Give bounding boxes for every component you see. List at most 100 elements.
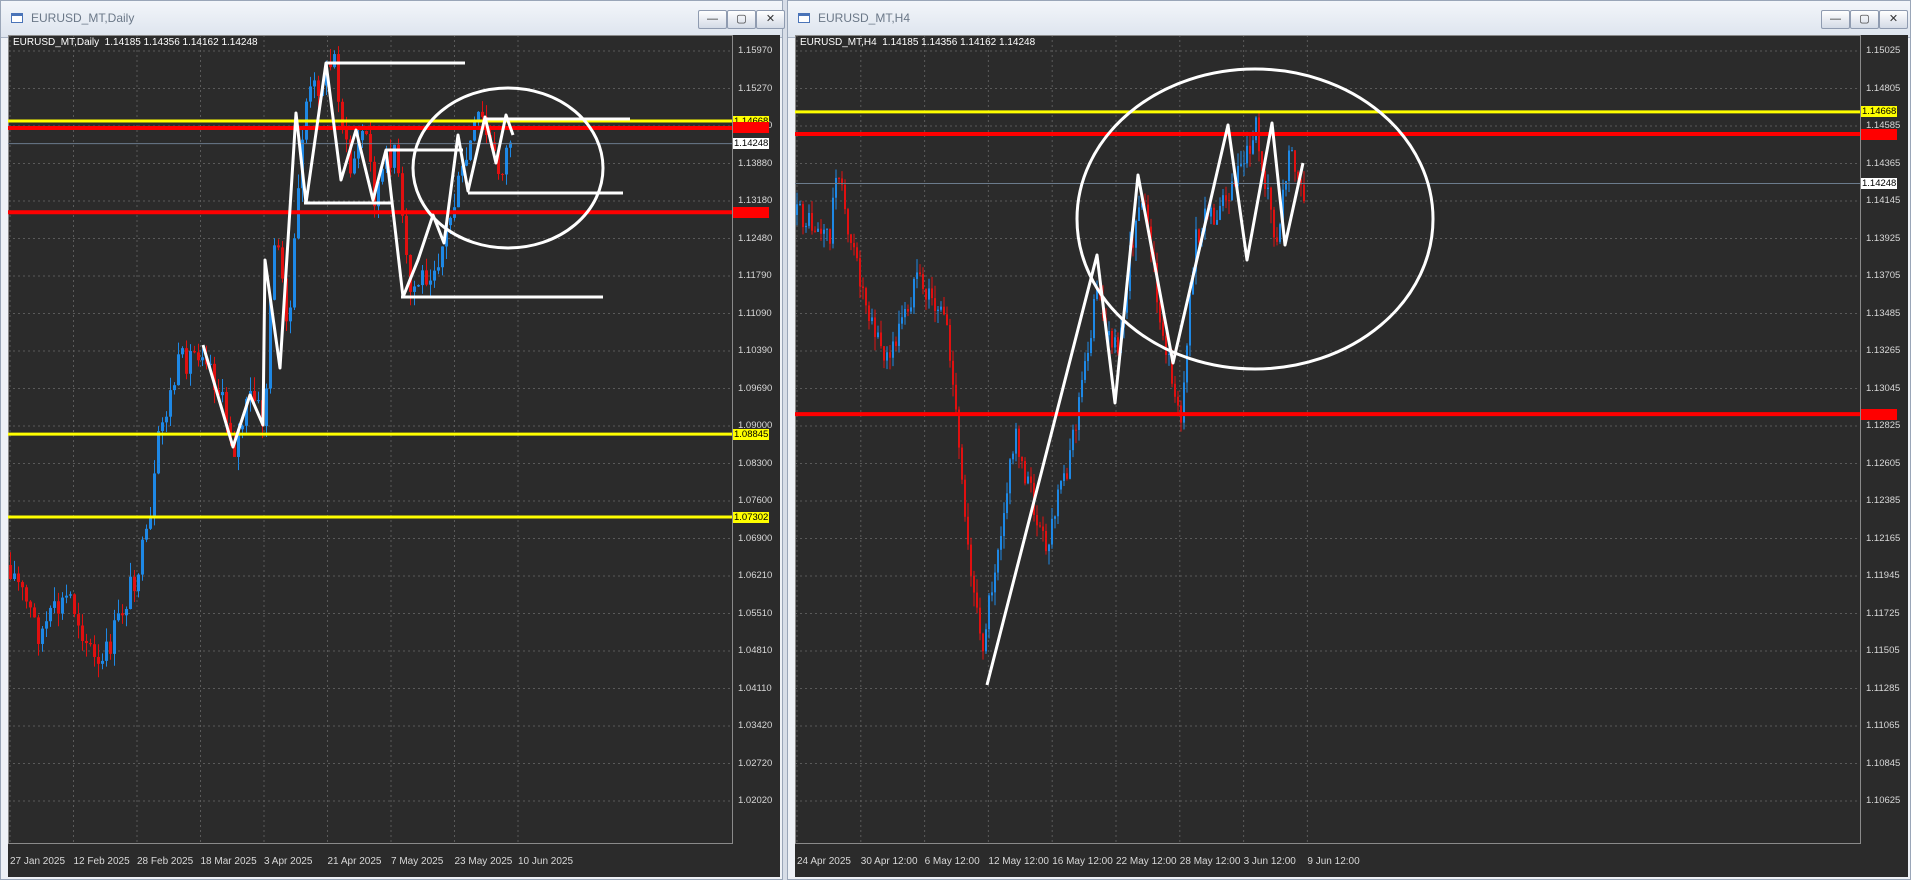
y-axis-label: 1.14365: [1866, 157, 1901, 169]
candle-body: [97, 656, 100, 664]
minimize-button[interactable]: —: [698, 10, 727, 29]
price-axis-tag: 1.08845: [733, 428, 770, 440]
candle-body: [1222, 195, 1224, 206]
y-axis-label: 1.07600: [738, 495, 773, 506]
candle-body: [457, 175, 460, 208]
candle-body: [850, 234, 852, 243]
close-button[interactable]: ✕: [1879, 10, 1908, 29]
candle-body: [895, 341, 897, 346]
window-titlebar[interactable]: EURUSD_MT,H4 — ▢ ✕: [788, 1, 1910, 38]
candle-body: [1279, 224, 1281, 242]
candle-body: [257, 400, 260, 402]
candle-body: [1090, 338, 1092, 353]
candle-body: [871, 317, 873, 322]
maximize-button[interactable]: ▢: [727, 10, 756, 29]
y-axis-label: 1.05510: [738, 607, 773, 619]
candle-body: [481, 111, 484, 117]
candle-body: [29, 601, 32, 608]
x-axis-label: 10 Jun 2025: [518, 856, 574, 867]
candle-body: [1285, 180, 1287, 190]
candle-body: [1165, 335, 1167, 355]
candle-body: [1294, 150, 1296, 172]
y-axis-label: 1.03420: [738, 720, 773, 731]
y-axis-label: 1.15025: [1866, 45, 1901, 56]
candle-body: [401, 173, 404, 216]
y-axis-label: 1.12385: [1866, 495, 1901, 506]
x-axis-label: 12 May 12:00: [988, 856, 1049, 867]
candle-body: [369, 134, 372, 162]
candle-body: [197, 352, 200, 361]
candle-body: [838, 177, 840, 179]
candle-body: [501, 173, 504, 175]
candle-body: [129, 576, 132, 609]
candle-body: [991, 592, 993, 596]
h4-candlestick-plot[interactable]: [795, 35, 1908, 877]
candle-body: [904, 309, 906, 318]
y-axis-label: 1.11065: [1866, 720, 1900, 731]
candle-body: [844, 184, 846, 210]
candle-body: [61, 597, 64, 614]
candle-body: [811, 212, 813, 231]
y-axis-label: 1.13880: [738, 157, 773, 169]
candle-body: [117, 613, 120, 621]
y-axis-label: 1.13265: [1866, 345, 1901, 356]
minimize-button[interactable]: —: [1821, 10, 1850, 29]
candle-body: [808, 212, 810, 226]
candle-body: [799, 204, 801, 206]
candle-body: [946, 314, 948, 326]
candle-body: [982, 633, 984, 652]
x-axis-label: 3 Apr 2025: [264, 856, 313, 867]
candle-body: [1174, 383, 1176, 397]
maximize-button[interactable]: ▢: [1850, 10, 1879, 29]
candle-body: [69, 594, 72, 596]
price-axis-tag: 1.12895: [1861, 408, 1898, 420]
candle-body: [883, 346, 885, 361]
candle-body: [1036, 514, 1038, 526]
y-axis-label: 1.14145: [1866, 195, 1901, 206]
zigzag-drawing: [985, 121, 1305, 686]
candle-body: [931, 288, 933, 299]
candle-body: [1273, 209, 1275, 238]
candle-body: [45, 621, 48, 629]
candle-body: [817, 228, 819, 232]
y-axis-label: 1.12825: [1866, 420, 1901, 431]
daily-price-chart[interactable]: EURUSD_MT,Daily 1.14185 1.14356 1.14162 …: [8, 35, 780, 877]
candle-body: [847, 209, 849, 235]
window-titlebar[interactable]: EURUSD_MT,Daily — ▢ ✕: [1, 1, 785, 38]
candle-body: [93, 644, 96, 657]
y-axis-label: 1.13045: [1866, 382, 1901, 394]
candle-body: [133, 576, 136, 592]
candle-body: [1027, 476, 1029, 484]
candle-body: [105, 641, 108, 661]
x-axis-label: 9 Jun 12:00: [1307, 856, 1360, 867]
y-axis-label: 1.11790: [738, 270, 772, 281]
candle-body: [77, 614, 80, 626]
price-axis-tag: 1.14538: [1861, 128, 1898, 140]
candle-body: [1276, 237, 1278, 242]
h4-price-chart[interactable]: EURUSD_MT,H4 1.14185 1.14356 1.14162 1.1…: [795, 35, 1908, 877]
candle-body: [1075, 429, 1077, 431]
candle-body: [473, 120, 476, 141]
candle-body: [802, 204, 804, 228]
candle-body: [892, 341, 894, 358]
y-axis-label: 1.13180: [738, 195, 773, 206]
candle-body: [281, 247, 284, 279]
y-axis-label: 1.10625: [1866, 795, 1901, 806]
x-axis-label: 27 Jan 2025: [10, 856, 66, 867]
y-axis-label: 1.11945: [1866, 570, 1900, 581]
y-axis-label: 1.06210: [738, 570, 773, 581]
candle-body: [940, 306, 942, 310]
candle-body: [997, 549, 999, 573]
candle-body: [943, 306, 945, 315]
candle-body: [853, 242, 855, 248]
candle-body: [898, 323, 900, 346]
y-axis-label: 1.15970: [738, 45, 773, 56]
candle-body: [985, 629, 987, 652]
candle-body: [1198, 229, 1200, 243]
candle-body: [57, 601, 60, 614]
close-button[interactable]: ✕: [756, 10, 785, 29]
chart-info-line: EURUSD_MT,H4 1.14185 1.14356 1.14162 1.1…: [800, 37, 1036, 48]
y-axis-label: 1.13485: [1866, 307, 1901, 319]
daily-candlestick-plot[interactable]: [8, 35, 780, 877]
candle-body: [429, 280, 432, 285]
